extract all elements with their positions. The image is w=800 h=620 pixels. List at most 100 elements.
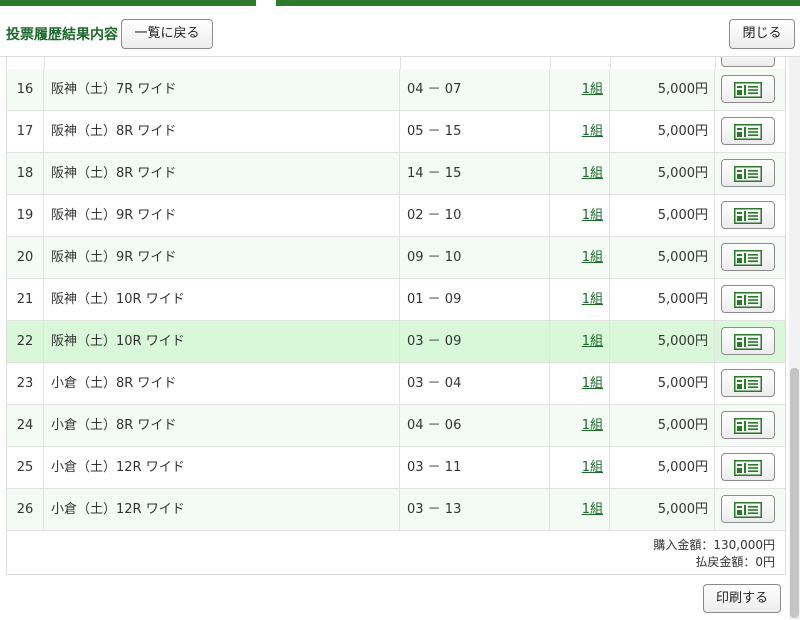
count-link[interactable]: 1組 xyxy=(582,250,603,265)
race-name: 小倉（土）12R ワイド xyxy=(44,447,400,488)
ticket-button[interactable] xyxy=(721,495,775,523)
table-row: 20 阪神（土）9R ワイド 09 － 10 1組 5,000円 xyxy=(7,237,785,279)
count-link[interactable]: 1組 xyxy=(582,502,603,517)
count-cell: 1組 xyxy=(550,111,610,152)
amount: 5,000円 xyxy=(610,405,715,446)
amount: 5,000円 xyxy=(610,111,715,152)
row-number: 18 xyxy=(7,153,44,194)
totals: 購入金額：130,000円 払戻金額：0円 xyxy=(653,537,775,571)
row-number: 19 xyxy=(7,195,44,236)
row-number: 26 xyxy=(7,489,44,530)
race-name: 阪神（土）8R ワイド xyxy=(44,111,400,152)
row-number: 22 xyxy=(7,321,44,362)
count-cell: 1組 xyxy=(550,69,610,110)
ticket-cell xyxy=(715,153,785,194)
row-number: 21 xyxy=(7,279,44,320)
header: 投票履歴結果内容 一覧に戻る 閉じる xyxy=(0,6,800,57)
race-name: 阪神（土）9R ワイド xyxy=(44,237,400,278)
ticket-icon xyxy=(734,376,762,392)
table-rows: 16 阪神（土）7R ワイド 04 － 07 1組 5,000円 17 阪神（土）8R ワイ… xyxy=(7,69,785,531)
count-link[interactable]: 1組 xyxy=(582,166,603,181)
count-link[interactable]: 1組 xyxy=(582,82,603,97)
column-divider xyxy=(550,57,551,69)
ticket-icon xyxy=(734,250,762,266)
row-number: 23 xyxy=(7,363,44,404)
count-cell: 1組 xyxy=(550,237,610,278)
count-cell: 1組 xyxy=(550,363,610,404)
ticket-cell xyxy=(715,363,785,404)
ticket-icon xyxy=(734,502,762,518)
count-cell: 1組 xyxy=(550,447,610,488)
ticket-button[interactable] xyxy=(721,411,775,439)
ticket-button[interactable] xyxy=(721,285,775,313)
ticket-button[interactable] xyxy=(721,201,775,229)
ticket-cell xyxy=(715,447,785,488)
count-link[interactable]: 1組 xyxy=(582,376,603,391)
race-name: 阪神（土）8R ワイド xyxy=(44,153,400,194)
ticket-button[interactable] xyxy=(721,453,775,481)
ticket-icon xyxy=(734,460,762,476)
count-link[interactable]: 1組 xyxy=(582,292,603,307)
race-name: 阪神（土）10R ワイド xyxy=(44,279,400,320)
amount: 5,000円 xyxy=(610,489,715,530)
combination: 01 － 09 xyxy=(400,279,550,320)
row-number: 24 xyxy=(7,405,44,446)
ticket-icon xyxy=(734,334,762,350)
table-row: 22 阪神（土）10R ワイド 03 － 09 1組 5,000円 xyxy=(7,321,785,363)
combination: 03 － 13 xyxy=(400,489,550,530)
ticket-button[interactable] xyxy=(721,117,775,145)
column-divider xyxy=(400,57,401,69)
count-link[interactable]: 1組 xyxy=(582,418,603,433)
race-name: 小倉（土）8R ワイド xyxy=(44,405,400,446)
count-link[interactable]: 1組 xyxy=(582,334,603,349)
ticket-icon xyxy=(734,124,762,140)
table-row: 21 阪神（土）10R ワイド 01 － 09 1組 5,000円 xyxy=(7,279,785,321)
purchase-total: 購入金額：130,000円 xyxy=(653,538,775,552)
ticket-button[interactable] xyxy=(721,327,775,355)
page-title: 投票履歴結果内容 xyxy=(6,27,118,43)
ticket-icon xyxy=(734,166,762,182)
row-number: 20 xyxy=(7,237,44,278)
ticket-button[interactable] xyxy=(721,159,775,187)
print-button[interactable]: 印刷する xyxy=(703,584,781,613)
table-row: 23 小倉（土）8R ワイド 03 － 04 1組 5,000円 xyxy=(7,363,785,405)
count-link[interactable]: 1組 xyxy=(582,460,603,475)
ticket-icon xyxy=(734,292,762,308)
count-cell: 1組 xyxy=(550,489,610,530)
ticket-button-partial[interactable] xyxy=(721,57,775,67)
combination: 09 － 10 xyxy=(400,237,550,278)
count-link[interactable]: 1組 xyxy=(582,124,603,139)
back-to-list-button[interactable]: 一覧に戻る xyxy=(121,19,213,49)
race-name: 阪神（土）7R ワイド xyxy=(44,69,400,110)
table-row: 24 小倉（土）8R ワイド 04 － 06 1組 5,000円 xyxy=(7,405,785,447)
amount: 5,000円 xyxy=(610,279,715,320)
ticket-button[interactable] xyxy=(721,243,775,271)
ticket-icon xyxy=(734,208,762,224)
ticket-cell xyxy=(715,489,785,530)
combination: 05 － 15 xyxy=(400,111,550,152)
combination: 02 － 10 xyxy=(400,195,550,236)
race-name: 阪神（土）10R ワイド xyxy=(44,321,400,362)
ticket-icon xyxy=(734,82,762,98)
refund-total: 払戻金額：0円 xyxy=(695,555,775,569)
ticket-cell xyxy=(715,279,785,320)
scrollbar-thumb[interactable] xyxy=(790,368,799,618)
row-number: 16 xyxy=(7,69,44,110)
combination: 04 － 07 xyxy=(400,69,550,110)
count-cell: 1組 xyxy=(550,405,610,446)
race-name: 阪神（土）9R ワイド xyxy=(44,195,400,236)
table-row: 25 小倉（土）12R ワイド 03 － 11 1組 5,000円 xyxy=(7,447,785,489)
ticket-cell xyxy=(715,237,785,278)
close-button[interactable]: 閉じる xyxy=(729,19,795,49)
amount: 5,000円 xyxy=(610,447,715,488)
combination: 03 － 11 xyxy=(400,447,550,488)
ticket-button[interactable] xyxy=(721,369,775,397)
amount: 5,000円 xyxy=(610,153,715,194)
table-row: 16 阪神（土）7R ワイド 04 － 07 1組 5,000円 xyxy=(7,69,785,111)
race-name: 小倉（土）12R ワイド xyxy=(44,489,400,530)
count-link[interactable]: 1組 xyxy=(582,208,603,223)
ticket-button[interactable] xyxy=(721,75,775,103)
count-cell: 1組 xyxy=(550,279,610,320)
count-cell: 1組 xyxy=(550,153,610,194)
row-number: 25 xyxy=(7,447,44,488)
